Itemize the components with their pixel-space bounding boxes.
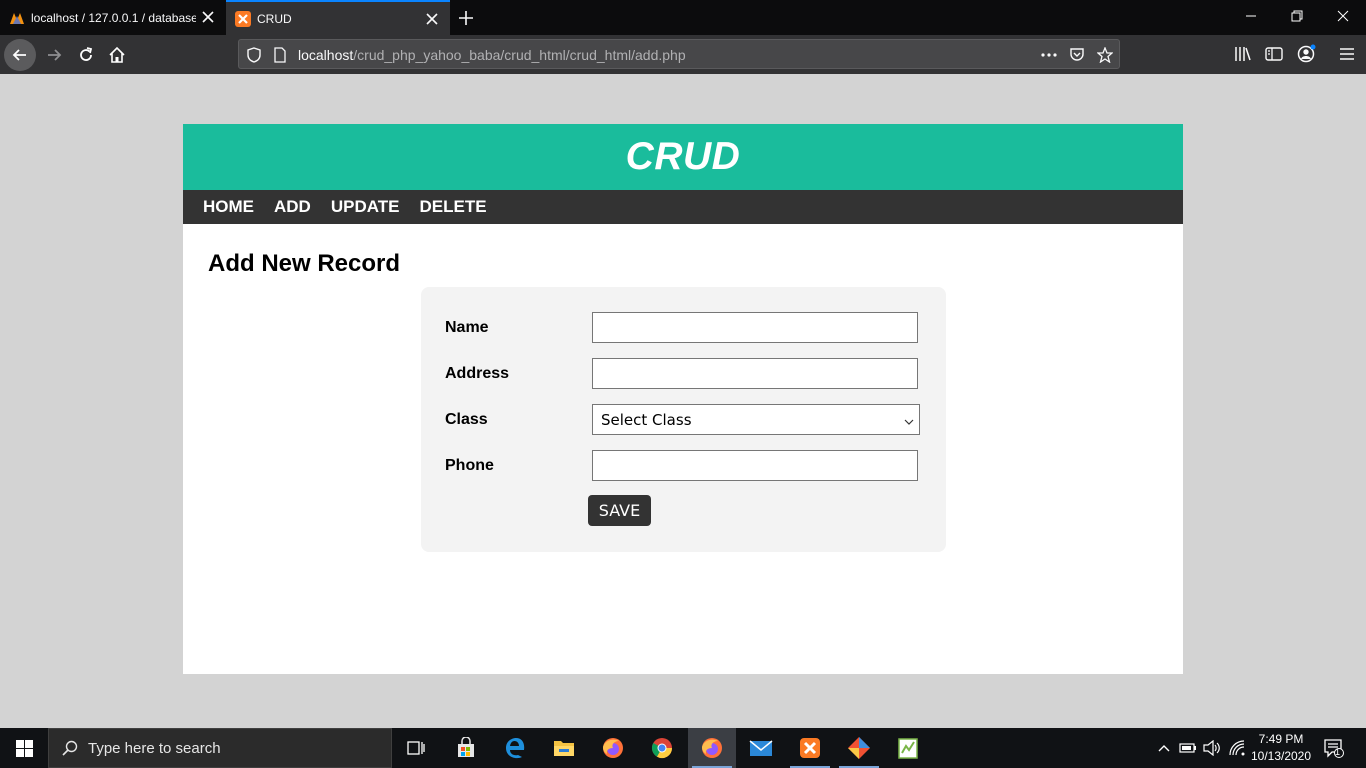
menu-hamburger-icon[interactable] xyxy=(1336,43,1358,65)
new-tab-icon[interactable] xyxy=(456,8,476,28)
xampp-taskbar-icon[interactable] xyxy=(786,728,834,768)
tab-title: CRUD xyxy=(257,11,292,26)
edge-browser-icon[interactable] xyxy=(491,728,539,768)
clock-date: 10/13/2020 xyxy=(1250,749,1312,763)
url-path: /crud_php_yahoo_baba/crud_html/crud_html… xyxy=(353,47,686,63)
windows-start-icon[interactable] xyxy=(0,728,48,768)
firefox-active-icon[interactable] xyxy=(688,728,736,768)
volume-icon[interactable] xyxy=(1202,728,1222,768)
menu-update-link[interactable]: UPDATE xyxy=(331,197,400,217)
xampp-icon xyxy=(235,10,251,27)
class-row: Class Select Class xyxy=(445,404,925,435)
add-record-form: Name Address Class Select Class Phone SA… xyxy=(421,287,946,552)
clock-time: 7:49 PM xyxy=(1258,732,1304,746)
shield-icon[interactable] xyxy=(244,45,264,65)
notifications-icon[interactable]: 1 xyxy=(1322,728,1346,768)
minimize-icon[interactable] xyxy=(1228,0,1274,32)
task-view-icon[interactable] xyxy=(392,728,440,768)
git-gui-icon[interactable] xyxy=(835,728,883,768)
notification-count: 1 xyxy=(1335,747,1341,757)
phone-label: Phone xyxy=(445,457,494,474)
search-placeholder: Type here to search xyxy=(88,739,221,757)
class-label: Class xyxy=(445,411,488,428)
pocket-icon[interactable] xyxy=(1067,45,1087,65)
account-icon[interactable] xyxy=(1295,43,1317,65)
name-row: Name xyxy=(445,312,925,343)
phone-row: Phone xyxy=(445,450,925,481)
battery-icon[interactable] xyxy=(1178,728,1198,768)
save-button[interactable]: SAVE xyxy=(588,495,651,526)
menu-add-link[interactable]: ADD xyxy=(274,197,311,217)
name-label: Name xyxy=(445,319,489,336)
notepad-plus-icon[interactable] xyxy=(884,728,932,768)
phone-input[interactable] xyxy=(592,450,918,481)
tab-phpmyadmin[interactable]: localhost / 127.0.0.1 / database xyxy=(0,0,226,35)
address-bar[interactable]: localhost/crud_php_yahoo_baba/crud_html/… xyxy=(238,39,1120,69)
microsoft-store-icon[interactable] xyxy=(442,728,490,768)
address-label: Address xyxy=(445,365,510,382)
taskbar-search-box[interactable]: Type here to search xyxy=(48,728,392,768)
restore-icon[interactable] xyxy=(1274,0,1320,32)
site-title: CRUD xyxy=(625,135,741,178)
back-arrow-icon[interactable] xyxy=(4,39,36,71)
windows-taskbar: Type here to search 7:49 PM 10/13/2020 1 xyxy=(0,728,1366,768)
more-actions-icon[interactable] xyxy=(1039,45,1059,65)
reload-icon[interactable] xyxy=(70,39,102,71)
name-input[interactable] xyxy=(592,312,918,343)
wifi-icon[interactable] xyxy=(1227,728,1247,768)
page-container: CRUD HOME ADD UPDATE DELETE Add New Reco… xyxy=(183,124,1183,674)
close-tab-icon[interactable] xyxy=(200,9,216,25)
url-text[interactable]: localhost/crud_php_yahoo_baba/crud_html/… xyxy=(298,47,686,63)
page-heading: Add New Record xyxy=(208,250,401,277)
site-header: CRUD xyxy=(183,124,1183,190)
menu-home-link[interactable]: HOME xyxy=(203,197,254,217)
tray-overflow-chevron-icon[interactable] xyxy=(1156,728,1172,768)
address-row: Address xyxy=(445,358,925,389)
browser-tab-bar: localhost / 127.0.0.1 / database CRUD xyxy=(0,0,1366,35)
search-icon xyxy=(62,740,78,756)
tab-title: localhost / 127.0.0.1 / database xyxy=(31,10,196,25)
file-explorer-icon[interactable] xyxy=(540,728,588,768)
taskbar-clock[interactable]: 7:49 PM 10/13/2020 xyxy=(1248,731,1314,765)
class-select[interactable]: Select Class xyxy=(592,404,920,435)
close-window-icon[interactable] xyxy=(1320,0,1366,32)
home-icon[interactable] xyxy=(101,39,133,71)
chrome-icon[interactable] xyxy=(638,728,686,768)
phpmyadmin-icon xyxy=(9,10,25,26)
bookmark-star-icon[interactable] xyxy=(1095,45,1115,65)
menu-delete-link[interactable]: DELETE xyxy=(419,197,486,217)
page-info-icon[interactable] xyxy=(270,45,290,65)
sidebar-icon[interactable] xyxy=(1263,43,1285,65)
forward-arrow-icon[interactable] xyxy=(38,39,70,71)
class-select-value: Select Class xyxy=(601,410,692,429)
tab-crud[interactable]: CRUD xyxy=(226,0,450,35)
chevron-down-icon xyxy=(903,414,915,426)
close-tab-icon[interactable] xyxy=(424,11,440,27)
main-menu: HOME ADD UPDATE DELETE xyxy=(183,190,1183,224)
mail-icon[interactable] xyxy=(737,728,785,768)
url-host: localhost xyxy=(298,47,354,63)
library-icon[interactable] xyxy=(1232,43,1254,65)
firefox-icon[interactable] xyxy=(589,728,637,768)
address-input[interactable] xyxy=(592,358,918,389)
browser-toolbar: localhost/crud_php_yahoo_baba/crud_html/… xyxy=(0,35,1366,74)
